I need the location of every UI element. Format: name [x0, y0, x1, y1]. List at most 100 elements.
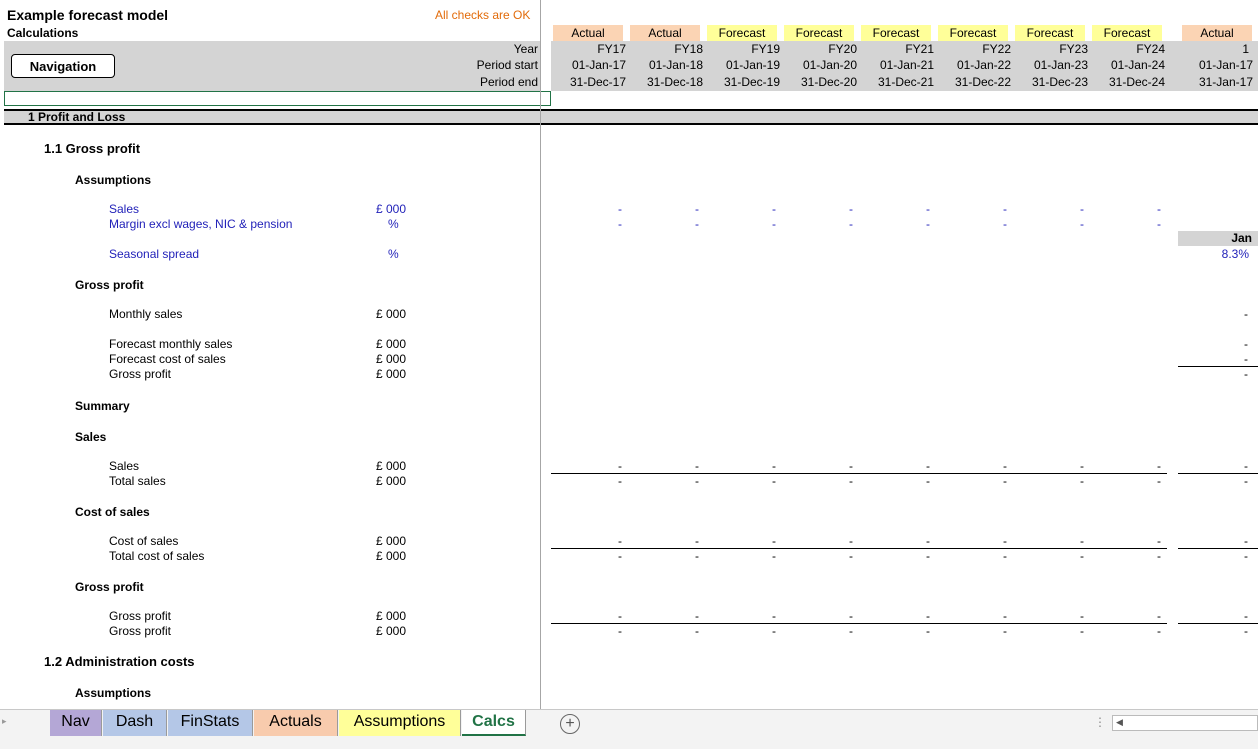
total-underline [551, 473, 1167, 474]
col-year: FY22 [982, 42, 1011, 56]
horizontal-scrollbar[interactable]: ◀ [1112, 715, 1258, 731]
scroll-left-icon[interactable]: ▸ [2, 716, 7, 727]
col-type: Forecast [861, 25, 931, 41]
value-cell: - [618, 549, 622, 563]
row-unit: £ 000 [376, 459, 407, 473]
row-unit: £ 000 [376, 367, 407, 381]
row-label-gross-profit: Gross profit [109, 609, 172, 623]
value-cell: - [849, 609, 853, 623]
row-unit: £ 000 [376, 307, 407, 321]
add-sheet-icon[interactable]: + [560, 714, 580, 734]
value-cell-monthly: - [1244, 474, 1248, 488]
row-unit: £ 000 [376, 609, 407, 623]
frozen-pane-divider [540, 0, 541, 709]
tab-label: Dash [115, 713, 154, 730]
total-underline [551, 623, 1167, 624]
cost-of-sales-heading: Cost of sales [75, 505, 150, 519]
tab-finstats[interactable]: FinStats [168, 710, 253, 736]
tab-label: FinStats [180, 713, 240, 730]
value-cell: - [1157, 624, 1161, 638]
col-end-monthly: 31-Jan-17 [1198, 75, 1253, 89]
value-cell: - [772, 534, 776, 548]
col-type: Forecast [938, 25, 1008, 41]
col-type: Forecast [1092, 25, 1162, 41]
col-start: 01-Jan-21 [879, 58, 934, 72]
value-cell: - [926, 459, 930, 473]
value-cell: - [1003, 534, 1007, 548]
value-cell: - [772, 459, 776, 473]
checks-status: All checks are OK [435, 8, 531, 22]
row-label-margin: Margin excl wages, NIC & pension [109, 217, 293, 231]
value-cell: - [1157, 459, 1161, 473]
value-cell: - [1080, 609, 1084, 623]
value-cell: - [1157, 217, 1161, 231]
value-cell: - [618, 217, 622, 231]
value-cell-monthly: - [1244, 534, 1248, 548]
value-cell: - [1157, 609, 1161, 623]
tab-calcs[interactable]: Calcs [462, 710, 526, 736]
row-unit: £ 000 [376, 337, 407, 351]
total-underline [551, 548, 1167, 549]
value-cell: - [1080, 549, 1084, 563]
value-cell: - [926, 624, 930, 638]
col-year: FY17 [597, 42, 626, 56]
value-cell: - [1080, 217, 1084, 231]
value-cell: - [1003, 217, 1007, 231]
row-label-gross-profit-total: Gross profit [109, 624, 172, 638]
col-start: 01-Jan-20 [802, 58, 857, 72]
value-cell: - [1080, 474, 1084, 488]
col-end: 31-Dec-24 [1108, 75, 1165, 89]
col-start: 01-Jan-19 [725, 58, 780, 72]
value-cell: - [695, 202, 699, 216]
tab-actuals[interactable]: Actuals [254, 710, 338, 736]
value-cell: - [695, 549, 699, 563]
col-type: Forecast [707, 25, 777, 41]
col-year: FY19 [751, 42, 780, 56]
selected-cell[interactable] [4, 91, 551, 106]
row-label-sales: Sales [109, 459, 140, 473]
value-cell: - [695, 459, 699, 473]
assumptions-heading-admin: Assumptions [75, 686, 152, 700]
value-cell: - [772, 202, 776, 216]
value-cell: - [1080, 202, 1084, 216]
tab-split-handle-icon[interactable]: ⋮ [1094, 715, 1106, 729]
row-label-sales: Sales [109, 202, 140, 216]
value-cell: - [618, 534, 622, 548]
value-cell: - [1080, 624, 1084, 638]
value-cell: - [1003, 459, 1007, 473]
period-end-label: Period end [479, 75, 538, 89]
tab-label: Actuals [269, 713, 322, 730]
col-year: FY18 [674, 42, 703, 56]
col-start: 01-Jan-23 [1033, 58, 1088, 72]
period-start-label: Period start [476, 58, 538, 72]
tab-label: Assumptions [353, 713, 446, 730]
tab-dash[interactable]: Dash [103, 710, 167, 736]
value-cell: - [1157, 474, 1161, 488]
col-year: FY21 [905, 42, 934, 56]
sheet-subtitle: Calculations [7, 26, 79, 40]
tab-label: Nav [61, 713, 90, 730]
value-cell: - [926, 474, 930, 488]
navigation-button[interactable]: Navigation [11, 54, 115, 78]
col-type: Forecast [784, 25, 854, 41]
sheet-tab-bar: ▸ Nav Dash FinStats Actuals Assumptions … [0, 709, 1258, 749]
value-cell: - [849, 549, 853, 563]
col-start: 01-Jan-17 [571, 58, 626, 72]
tab-nav[interactable]: Nav [50, 710, 102, 736]
value-cell: - [618, 474, 622, 488]
row-unit: £ 000 [376, 474, 407, 488]
value-cell: - [772, 549, 776, 563]
value-cell-monthly: - [1244, 307, 1248, 321]
row-unit: £ 000 [376, 352, 407, 366]
value-cell: - [926, 217, 930, 231]
col-end: 31-Dec-23 [1031, 75, 1088, 89]
col-end: 31-Dec-22 [954, 75, 1011, 89]
value-cell: - [926, 534, 930, 548]
value-cell: - [849, 624, 853, 638]
scroll-left-arrow-icon[interactable]: ◀ [1116, 717, 1123, 728]
value-cell-monthly: - [1244, 367, 1248, 381]
gross-profit-heading: Gross profit [75, 278, 144, 292]
month-label: Jan [1178, 231, 1258, 246]
value-cell: - [772, 609, 776, 623]
tab-assumptions[interactable]: Assumptions [339, 710, 461, 736]
